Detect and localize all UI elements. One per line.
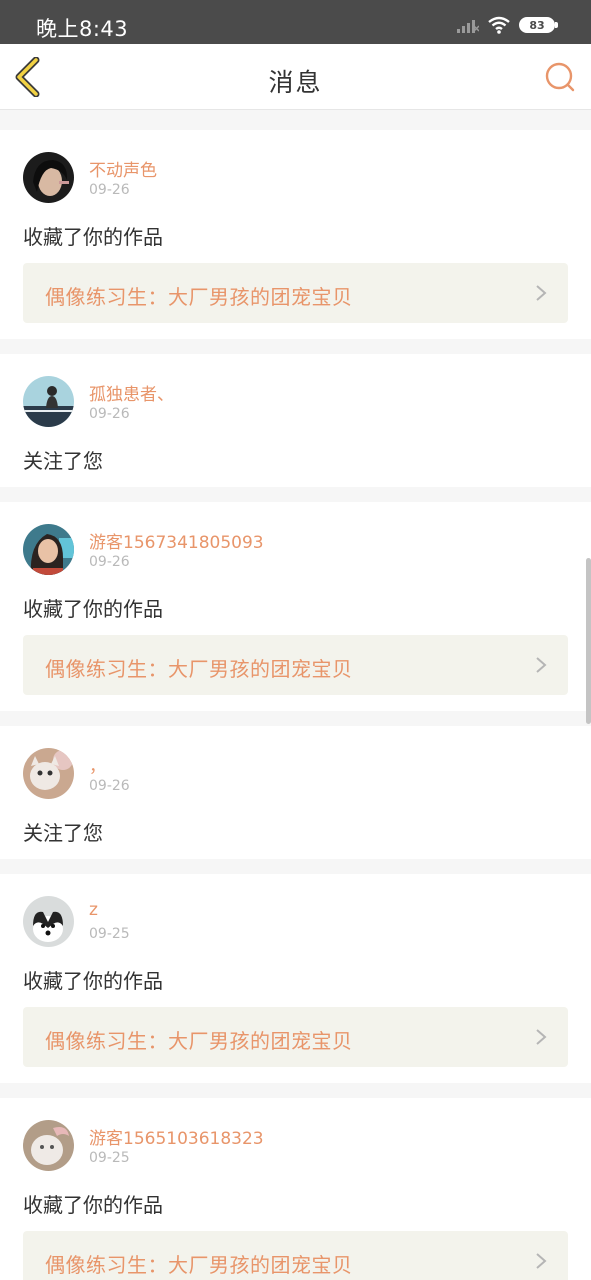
chevron-right-icon xyxy=(536,1029,547,1045)
avatar[interactable] xyxy=(23,748,74,799)
chevron-right-icon xyxy=(536,285,547,301)
avatar[interactable] xyxy=(23,1120,74,1171)
avatar[interactable] xyxy=(23,376,74,427)
username[interactable]: 孤独患者、 xyxy=(89,380,174,405)
message-item[interactable]: 不动声色 09-26 收藏了你的作品 偶像练习生：大厂男孩的团宠宝贝 xyxy=(0,130,591,339)
nav-bar: 消息 xyxy=(0,44,591,110)
work-title: 偶像练习生：大厂男孩的团宠宝贝 xyxy=(45,285,353,309)
username[interactable]: 游客1565103618323 xyxy=(89,1124,264,1149)
avatar[interactable] xyxy=(23,896,74,947)
message-date: 09-26 xyxy=(89,778,130,794)
message-item[interactable]: z 09-25 收藏了你的作品 偶像练习生：大厂男孩的团宠宝贝 xyxy=(0,874,591,1083)
work-title: 偶像练习生：大厂男孩的团宠宝贝 xyxy=(45,1029,353,1053)
message-date: 09-26 xyxy=(89,406,130,422)
action-text: 收藏了你的作品 xyxy=(23,969,163,993)
message-date: 09-26 xyxy=(89,554,130,570)
action-text: 收藏了你的作品 xyxy=(23,225,163,249)
work-title: 偶像练习生：大厂男孩的团宠宝贝 xyxy=(45,1253,353,1277)
message-date: 09-25 xyxy=(89,1150,130,1166)
status-bar: 晚上8:43 83 xyxy=(0,0,591,44)
action-text: 收藏了你的作品 xyxy=(23,1193,163,1217)
work-link[interactable]: 偶像练习生：大厂男孩的团宠宝贝 xyxy=(23,263,568,323)
action-text: 关注了您 xyxy=(23,821,103,845)
message-item[interactable]: ， 09-26 关注了您 xyxy=(0,726,591,859)
work-link[interactable]: 偶像练习生：大厂男孩的团宠宝贝 xyxy=(23,1007,568,1067)
search-button[interactable] xyxy=(543,60,577,94)
username[interactable]: 游客1567341805093 xyxy=(89,528,264,553)
page-title: 消息 xyxy=(268,68,323,97)
chevron-right-icon xyxy=(536,657,547,673)
username[interactable]: z xyxy=(89,900,98,920)
message-list[interactable]: 不动声色 09-26 收藏了你的作品 偶像练习生：大厂男孩的团宠宝贝 孤独患者、… xyxy=(0,118,591,1280)
work-link[interactable]: 偶像练习生：大厂男孩的团宠宝贝 xyxy=(23,1231,568,1280)
action-text: 关注了您 xyxy=(23,449,103,473)
work-title: 偶像练习生：大厂男孩的团宠宝贝 xyxy=(45,657,353,681)
search-icon xyxy=(545,62,575,92)
battery-indicator: 83 xyxy=(519,17,558,33)
status-icons: 83 xyxy=(457,16,558,34)
avatar[interactable] xyxy=(23,524,74,575)
message-item[interactable]: 游客1565103618323 09-25 收藏了你的作品 偶像练习生：大厂男孩… xyxy=(0,1098,591,1280)
action-text: 收藏了你的作品 xyxy=(23,597,163,621)
work-link[interactable]: 偶像练习生：大厂男孩的团宠宝贝 xyxy=(23,635,568,695)
chevron-right-icon xyxy=(536,1253,547,1269)
avatar[interactable] xyxy=(23,152,74,203)
scrollbar[interactable] xyxy=(586,558,591,724)
status-time: 晚上8:43 xyxy=(36,17,129,41)
wifi-icon xyxy=(488,16,510,34)
signal-icon xyxy=(457,20,479,33)
username[interactable]: ， xyxy=(89,752,106,777)
message-item[interactable]: 游客1567341805093 09-26 收藏了你的作品 偶像练习生：大厂男孩… xyxy=(0,502,591,711)
message-item[interactable]: 孤独患者、 09-26 关注了您 xyxy=(0,354,591,487)
username[interactable]: 不动声色 xyxy=(89,156,157,181)
message-date: 09-26 xyxy=(89,182,130,198)
message-date: 09-25 xyxy=(89,926,130,942)
